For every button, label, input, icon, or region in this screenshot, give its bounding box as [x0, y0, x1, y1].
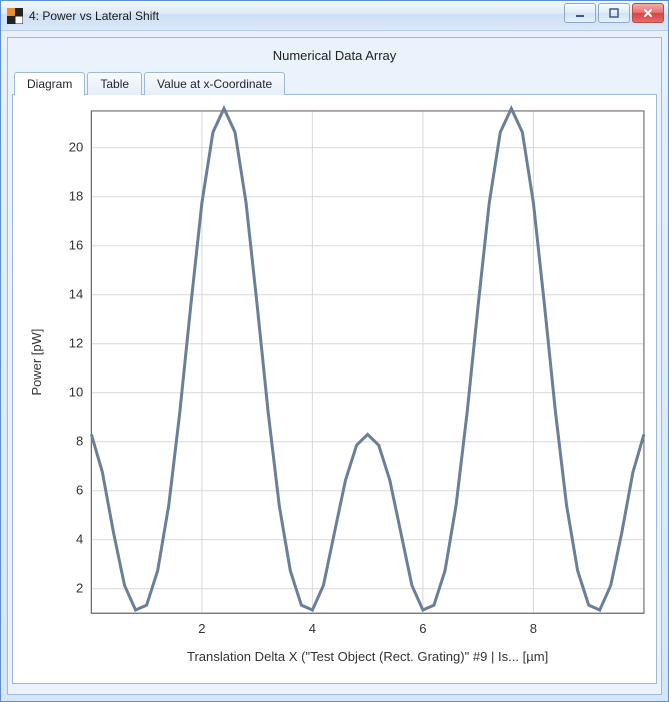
svg-text:2: 2 [76, 581, 83, 596]
tab-diagram[interactable]: Diagram [14, 72, 85, 96]
maximize-icon [608, 7, 620, 19]
tab-table[interactable]: Table [87, 72, 142, 95]
maximize-button[interactable] [598, 3, 630, 23]
svg-text:16: 16 [69, 238, 84, 253]
svg-text:18: 18 [69, 189, 84, 204]
close-icon [642, 7, 654, 19]
svg-text:14: 14 [69, 287, 84, 302]
client-area: Numerical Data Array Diagram Table Value… [7, 37, 662, 695]
tab-label: Diagram [27, 77, 72, 91]
panel-subtitle: Numerical Data Array [12, 42, 657, 71]
tab-value-at-x[interactable]: Value at x-Coordinate [144, 72, 285, 95]
window-controls [564, 3, 664, 23]
line-chart: 2 4 6 8 10 12 14 16 18 20 2 4 6 8 Power [pW] Translatio… [13, 95, 656, 683]
svg-text:Translation Delta X ("Test Obj: Translation Delta X ("Test Object (Rect.… [187, 649, 548, 664]
svg-text:20: 20 [69, 140, 84, 155]
svg-text:6: 6 [419, 621, 426, 636]
svg-text:4: 4 [76, 532, 83, 547]
window-title: 4: Power vs Lateral Shift [29, 9, 159, 23]
svg-text:8: 8 [530, 621, 537, 636]
chart-container: 2 4 6 8 10 12 14 16 18 20 2 4 6 8 Power [pW] Translatio… [13, 95, 656, 683]
svg-text:12: 12 [69, 336, 84, 351]
tab-panel-diagram: 2 4 6 8 10 12 14 16 18 20 2 4 6 8 Power [pW] Translatio… [12, 94, 657, 684]
app-window: 4: Power vs Lateral Shift Numerical Data… [0, 0, 669, 702]
titlebar[interactable]: 4: Power vs Lateral Shift [1, 1, 668, 31]
minimize-icon [574, 7, 586, 19]
app-icon [7, 8, 23, 24]
svg-text:Power [pW]: Power [pW] [29, 329, 44, 396]
svg-text:10: 10 [69, 385, 84, 400]
svg-text:2: 2 [198, 621, 205, 636]
svg-text:8: 8 [76, 434, 83, 449]
svg-text:6: 6 [76, 483, 83, 498]
tab-label: Value at x-Coordinate [157, 77, 272, 91]
close-button[interactable] [632, 3, 664, 23]
minimize-button[interactable] [564, 3, 596, 23]
tab-label: Table [100, 77, 129, 91]
tab-strip: Diagram Table Value at x-Coordinate [12, 71, 657, 95]
svg-text:4: 4 [309, 621, 316, 636]
